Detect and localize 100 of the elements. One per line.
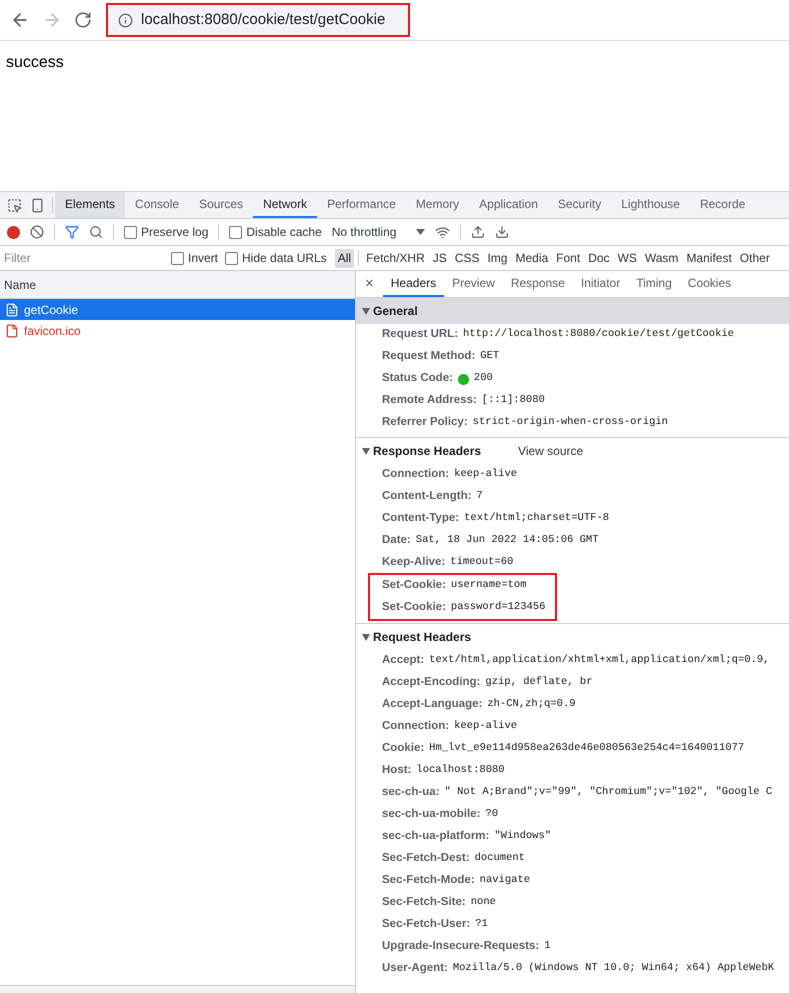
type-filter[interactable]: Fetch/XHR xyxy=(363,248,428,268)
detail-tab[interactable]: Initiator xyxy=(572,271,628,297)
checkbox[interactable]: Preserve log xyxy=(124,223,208,241)
header-value: password=123456 xyxy=(450,600,546,616)
type-filter[interactable]: Img xyxy=(484,248,510,268)
page-text: success xyxy=(6,54,64,71)
panel-tab[interactable]: Security xyxy=(548,192,612,218)
header-value: username=tom xyxy=(450,578,527,594)
header-name: Accept-Encoding: xyxy=(382,675,480,690)
section-header[interactable]: General xyxy=(356,298,789,324)
header-name: Sec-Fetch-User: xyxy=(382,917,470,932)
header-value: gzip, deflate, br xyxy=(485,675,593,690)
type-filter[interactable]: Manifest xyxy=(683,248,735,268)
panel-tab[interactable]: Console xyxy=(125,192,190,218)
request-row[interactable]: favicon.ico xyxy=(0,320,355,341)
detail-tab[interactable]: Response xyxy=(502,271,573,297)
header-value: document xyxy=(474,851,525,866)
document-icon xyxy=(5,302,19,316)
network-conditions-icon[interactable] xyxy=(435,224,450,240)
panel-tab[interactable]: Sources xyxy=(189,192,254,218)
header-name: Connection: xyxy=(382,719,450,734)
close-button[interactable]: × xyxy=(356,271,383,297)
column-header[interactable]: Name xyxy=(4,276,36,294)
disclosure-icon xyxy=(362,448,370,454)
reload-icon[interactable] xyxy=(74,11,92,29)
header-name: Keep-Alive: xyxy=(382,555,446,570)
caret-icon xyxy=(416,229,426,235)
header-name: Status Code: xyxy=(382,371,453,386)
throttling-dropdown[interactable]: No throttling xyxy=(332,223,426,241)
view-source-link[interactable]: View source xyxy=(518,442,584,460)
header-name: sec-ch-ua: xyxy=(382,785,440,800)
address-bar[interactable]: localhost:8080/cookie/test/getCookie xyxy=(106,3,410,37)
url-text: localhost:8080/cookie/test/getCookie xyxy=(141,10,386,30)
header-name: Accept-Language: xyxy=(382,697,482,712)
header-name: Cookie: xyxy=(382,741,424,756)
section-header[interactable]: Request Headers xyxy=(356,624,789,650)
header-value: Hm_lvt_e9e114d958ea263de46e080563e254c4=1640011077 xyxy=(429,741,744,756)
detail-tab[interactable]: Preview xyxy=(444,271,503,297)
header-name: Content-Length: xyxy=(382,489,472,504)
header-value: none xyxy=(470,895,496,910)
panel-tab[interactable]: Application xyxy=(469,192,548,218)
panel-tab[interactable]: Recorde xyxy=(690,192,756,218)
header-value: ?1 xyxy=(475,917,488,932)
filter-icon[interactable] xyxy=(65,225,79,239)
header-name: User-Agent: xyxy=(382,961,448,976)
header-name: Accept: xyxy=(382,653,424,668)
header-name: Request URL: xyxy=(382,327,458,342)
inspect-icon[interactable] xyxy=(7,198,22,212)
header-value: localhost:8080 xyxy=(416,763,505,778)
record-button[interactable] xyxy=(7,226,20,238)
header-value: 200 xyxy=(474,371,493,386)
detail-tab[interactable]: Timing xyxy=(628,271,680,297)
header-value: http://localhost:8080/cookie/test/getCookie xyxy=(463,327,734,342)
header-value: [::1]:8080 xyxy=(482,393,545,408)
header-value: ?0 xyxy=(485,807,498,822)
header-value: 1 xyxy=(544,939,551,954)
header-value: keep-alive xyxy=(454,467,518,482)
type-filter[interactable]: Font xyxy=(553,248,584,268)
request-row[interactable]: getCookie xyxy=(0,299,355,320)
panel-tab[interactable]: Elements xyxy=(55,192,126,218)
type-filter[interactable]: Other xyxy=(736,248,773,268)
download-icon[interactable] xyxy=(495,225,510,239)
checkbox[interactable]: Disable cache xyxy=(229,223,322,241)
panel-tab[interactable]: Network xyxy=(253,192,318,218)
header-name: Connection: xyxy=(382,467,450,482)
header-name: Sec-Fetch-Mode: xyxy=(382,873,475,888)
panel-tab[interactable]: Performance xyxy=(317,192,406,218)
type-filter[interactable]: CSS xyxy=(452,248,482,268)
search-icon[interactable] xyxy=(89,225,103,239)
type-filter[interactable]: WS xyxy=(614,248,640,268)
info-icon[interactable] xyxy=(118,12,133,28)
device-icon[interactable] xyxy=(30,198,45,212)
header-name: Upgrade-Insecure-Requests: xyxy=(382,939,540,954)
header-value: text/html;charset=UTF-8 xyxy=(464,511,610,526)
panel-tab[interactable]: Memory xyxy=(406,192,470,218)
detail-tab[interactable]: Cookies xyxy=(680,271,740,297)
header-value: 7 xyxy=(476,489,483,504)
section-header[interactable]: Response Headers View source xyxy=(356,438,789,464)
type-filter[interactable]: JS xyxy=(430,248,450,268)
type-filter[interactable]: Doc xyxy=(585,248,613,268)
clear-icon[interactable] xyxy=(30,225,44,239)
header-name: Remote Address: xyxy=(382,393,477,408)
header-value: text/html,application/xhtml+xml,application/xml;q=0.9, xyxy=(429,653,770,668)
header-value: timeout=60 xyxy=(450,555,514,570)
checkbox[interactable]: Hide data URLs xyxy=(225,249,327,267)
checkbox[interactable]: Invert xyxy=(171,249,218,267)
file-icon xyxy=(5,324,19,338)
type-filter[interactable]: All xyxy=(334,248,354,268)
header-name: Set-Cookie: xyxy=(382,578,446,594)
header-name: Referrer Policy: xyxy=(382,415,468,430)
panel-tab[interactable]: Lighthouse xyxy=(611,192,690,218)
type-filter[interactable]: Media xyxy=(512,248,552,268)
header-name: sec-ch-ua-platform: xyxy=(382,829,490,844)
type-filter[interactable]: Wasm xyxy=(642,248,682,268)
header-value: strict-origin-when-cross-origin xyxy=(472,415,668,430)
header-value: Mozilla/5.0 (Windows NT 10.0; Win64; x64) AppleWebK xyxy=(452,961,774,976)
upload-icon[interactable] xyxy=(471,225,486,239)
header-name: Request Method: xyxy=(382,349,476,364)
header-value: zh-CN,zh;q=0.9 xyxy=(487,697,576,712)
header-value: navigate xyxy=(480,873,530,888)
